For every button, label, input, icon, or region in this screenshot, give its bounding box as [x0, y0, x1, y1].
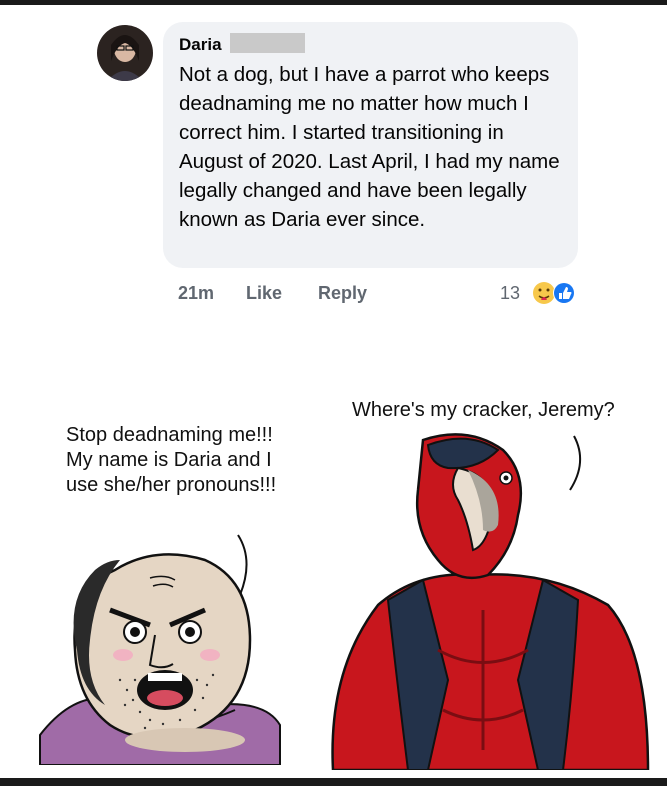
parrot-character-illustration: [318, 430, 653, 772]
reactions[interactable]: [532, 280, 578, 306]
like-button[interactable]: Like: [246, 283, 282, 304]
reaction-count[interactable]: 13: [500, 283, 520, 304]
comment-time[interactable]: 21m: [178, 283, 214, 304]
bottom-border: [0, 778, 667, 786]
right-speech-text: Where's my cracker, Jeremy?: [352, 399, 615, 421]
left-speech-text: Stop deadnaming me!!! My name is Daria a…: [66, 424, 277, 496]
comment-text: Not a dog, but I have a parrot who keeps…: [179, 63, 560, 231]
avatar[interactable]: [97, 25, 153, 81]
angry-character-illustration: [35, 530, 285, 766]
like-reaction-icon: [553, 282, 575, 304]
redacted-surname: [230, 33, 305, 53]
comment-author[interactable]: Daria: [179, 35, 222, 55]
reply-button[interactable]: Reply: [318, 283, 367, 304]
hug-reaction-icon: [533, 282, 555, 304]
top-border: [0, 0, 667, 5]
